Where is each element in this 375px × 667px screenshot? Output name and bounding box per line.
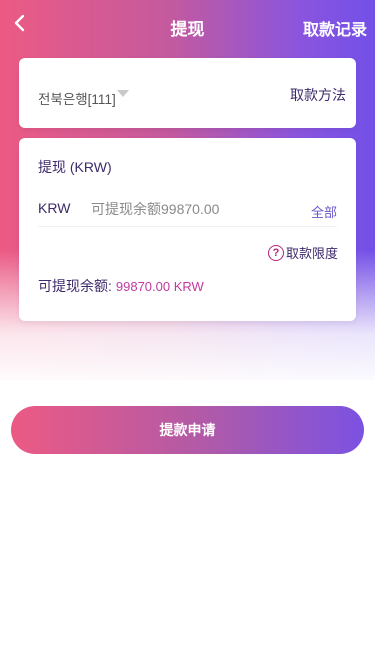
- amount-input[interactable]: [91, 198, 291, 220]
- dropdown-caret-icon: [116, 90, 129, 97]
- withdraw-all-button[interactable]: 全部: [311, 202, 337, 221]
- available-balance: 可提现余额: 99870.00 KRW: [38, 276, 204, 296]
- bank-select[interactable]: 전북은행[111]: [38, 88, 129, 108]
- available-balance-value: 99870.00 KRW: [115, 279, 204, 294]
- bank-card-panel: 전북은행[111] 取款方法: [19, 58, 356, 128]
- top-bar: 提现 取款记录: [0, 0, 375, 52]
- withdraw-limit-link[interactable]: ? 取款限度: [267, 243, 338, 262]
- withdraw-panel-title: 提现 (KRW): [38, 159, 112, 175]
- available-balance-label: 可提现余额:: [38, 278, 112, 294]
- withdraw-amount-panel: 提现 (KRW) KRW 全部 ? 取款限度 可提现余额:99870.00 KR…: [19, 138, 356, 321]
- amount-row: KRW 全部: [38, 198, 337, 227]
- currency-label: KRW: [38, 200, 71, 216]
- withdraw-limit-label: 取款限度: [285, 246, 338, 261]
- submit-withdraw-button[interactable]: 提款申请: [11, 406, 364, 454]
- withdraw-method-link[interactable]: 取款方法: [290, 85, 346, 105]
- withdraw-records-link[interactable]: 取款记录: [303, 16, 367, 40]
- question-circle-icon: ?: [267, 244, 284, 261]
- bank-select-value: 전북은행[111]: [38, 92, 116, 107]
